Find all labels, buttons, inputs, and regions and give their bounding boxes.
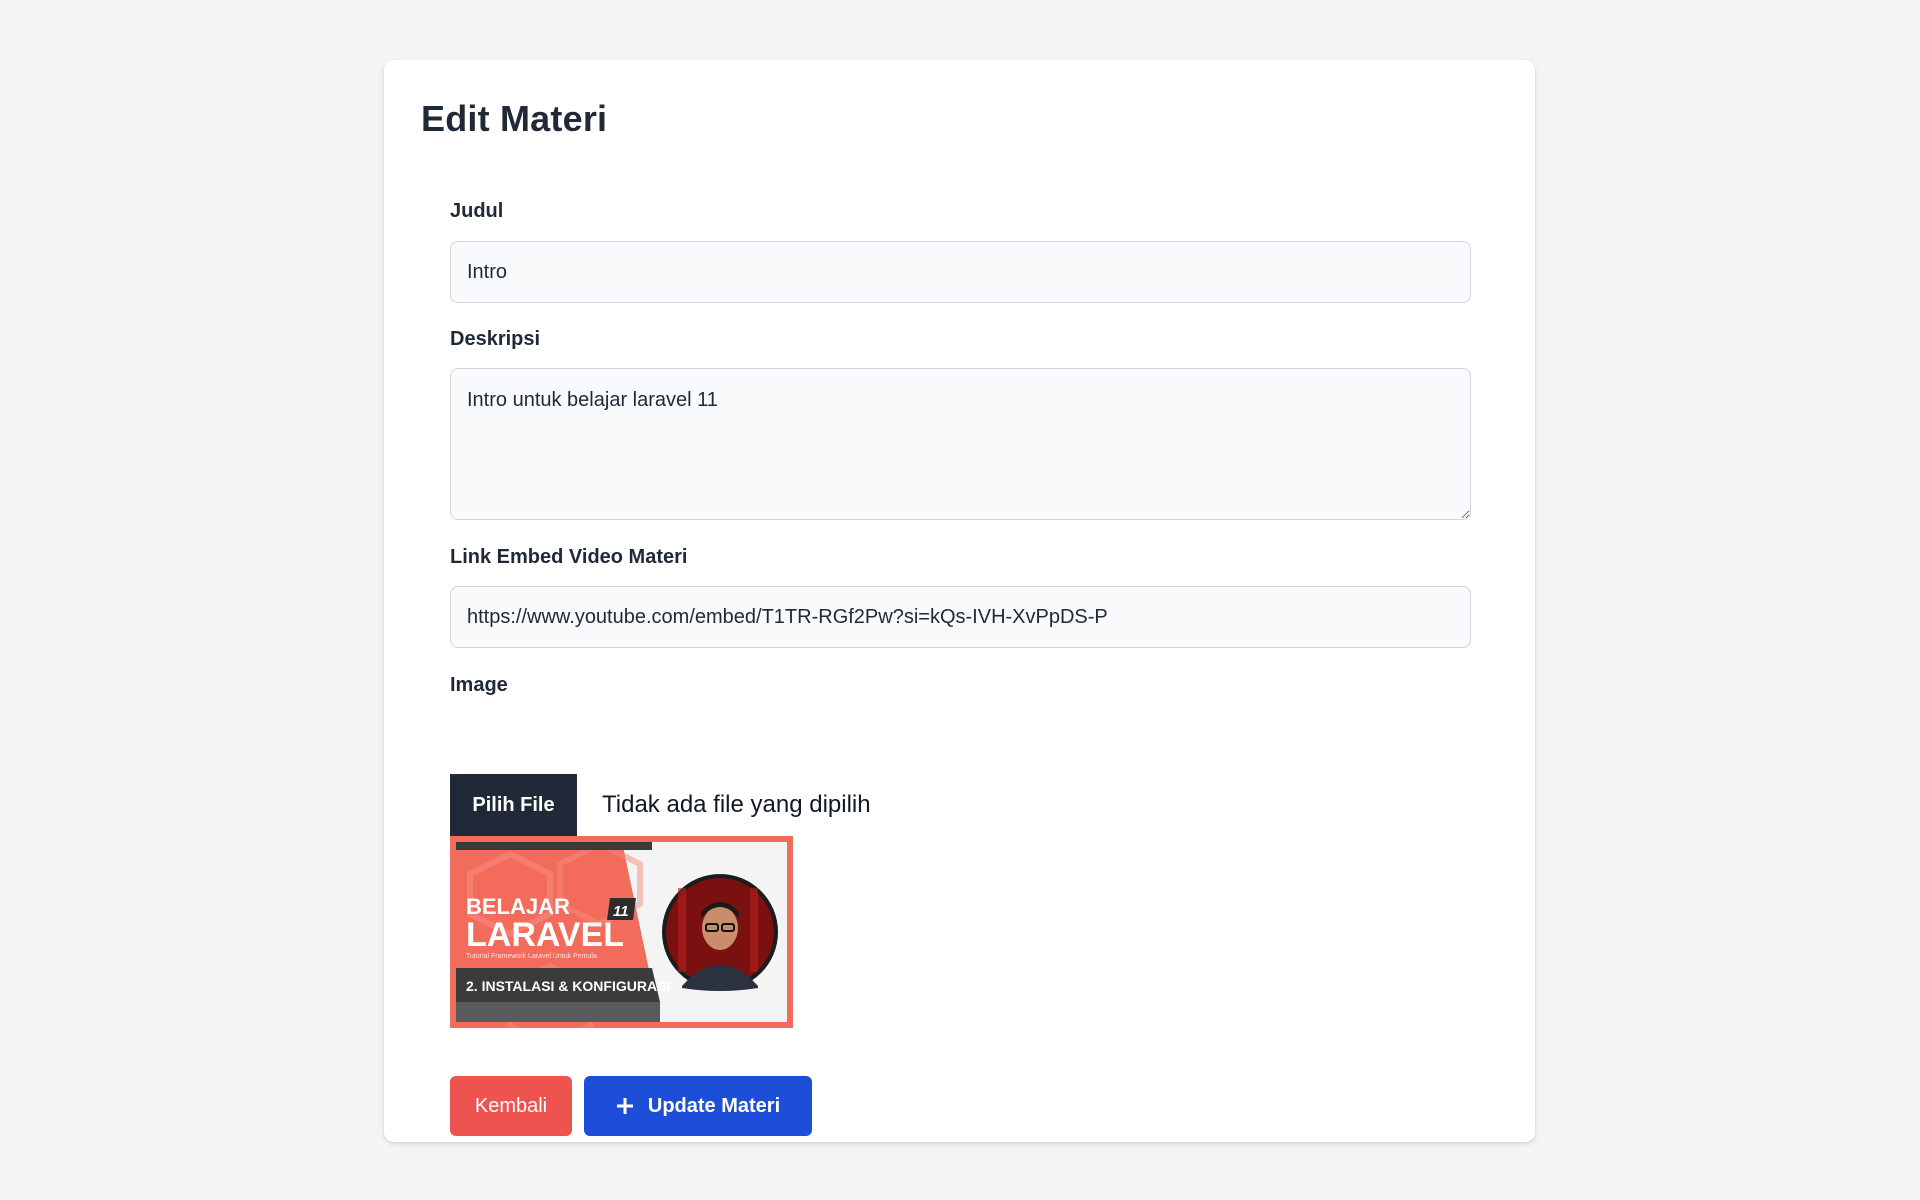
presenter-face <box>702 906 738 950</box>
presenter-bg-stripe <box>750 888 758 972</box>
thumbnail-image: BELAJAR LARAVEL 11 Tutorial Framework La… <box>450 836 793 1028</box>
thumbnail-subtitle: Tutorial Framework Laravel Untuk Pemula <box>466 953 597 960</box>
deskripsi-textarea[interactable]: Intro untuk belajar laravel 11 <box>450 368 1471 520</box>
plus-icon <box>616 1097 634 1115</box>
image-label: Image <box>450 674 508 696</box>
thumbnail-caption: 2. INSTALASI & KONFIGURASI <box>466 978 670 994</box>
update-materi-button[interactable]: Update Materi <box>584 1076 812 1136</box>
video-link-input[interactable] <box>450 586 1471 648</box>
file-upload-control[interactable]: Pilih File Tidak ada file yang dipilih <box>450 774 871 836</box>
thumbnail-top-bar <box>456 842 652 850</box>
version-badge: 11 <box>613 903 629 920</box>
judul-input[interactable] <box>450 241 1471 303</box>
image-preview: BELAJAR LARAVEL 11 Tutorial Framework La… <box>450 836 793 1028</box>
video-link-label: Link Embed Video Materi <box>450 546 688 568</box>
update-materi-label: Update Materi <box>647 1094 781 1117</box>
file-status-text: Tidak ada file yang dipilih <box>602 791 871 818</box>
deskripsi-label: Deskripsi <box>450 328 541 350</box>
back-button[interactable]: Kembali <box>450 1076 572 1136</box>
edit-materi-card: Edit Materi Judul Deskripsi Intro untuk … <box>384 60 1535 1142</box>
presenter-bg-stripe <box>678 888 686 972</box>
caption-shadow <box>456 1002 660 1022</box>
judul-label: Judul <box>450 200 504 222</box>
thumbnail-line2: LARAVEL <box>466 916 624 954</box>
page-title: Edit Materi <box>421 98 608 139</box>
choose-file-button[interactable]: Pilih File <box>450 774 577 836</box>
